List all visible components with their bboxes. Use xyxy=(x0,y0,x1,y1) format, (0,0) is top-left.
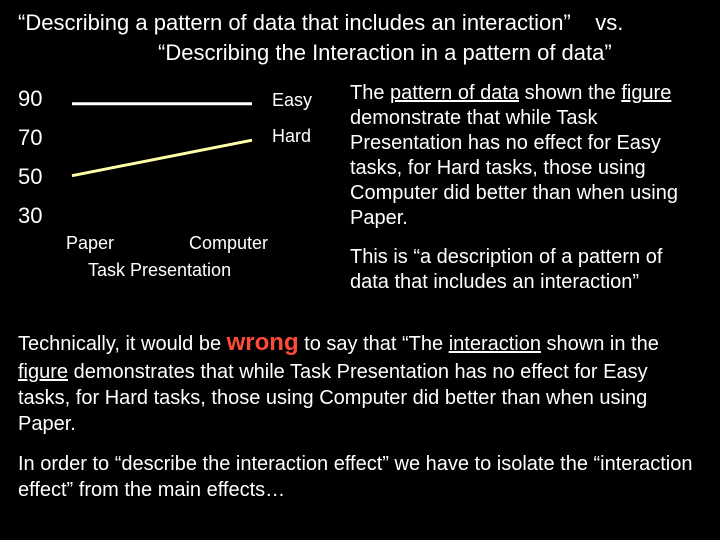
heading-quote-2: “Describing the Interaction in a pattern… xyxy=(158,40,612,65)
plot-area xyxy=(62,87,262,225)
legend-hard: Hard xyxy=(272,126,311,147)
xtick-paper: Paper xyxy=(66,233,114,254)
heading-quote-1: “Describing a pattern of data that inclu… xyxy=(18,10,571,35)
para-1: The pattern of data shown the figure dem… xyxy=(350,81,702,231)
ytick: 50 xyxy=(18,164,42,190)
para-3: Technically, it would be wrong to say th… xyxy=(18,327,702,436)
underline-figure: figure xyxy=(621,82,671,104)
underline-interaction: interaction xyxy=(449,333,541,355)
para-2: This is “a description of a pattern of d… xyxy=(350,245,702,295)
chart: 90 70 50 30 Easy Hard Paper Computer Tas… xyxy=(18,81,338,309)
ytick: 30 xyxy=(18,203,42,229)
legend-easy: Easy xyxy=(272,90,312,111)
xtick-computer: Computer xyxy=(189,233,268,254)
ytick: 70 xyxy=(18,125,42,151)
underline-figure-2: figure xyxy=(18,361,68,383)
heading: “Describing a pattern of data that inclu… xyxy=(18,8,702,67)
ytick: 90 xyxy=(18,86,42,112)
wrong-emphasis: wrong xyxy=(227,329,299,356)
para-4: In order to “describe the interaction ef… xyxy=(18,451,702,503)
line-hard xyxy=(72,141,252,176)
underline-pattern: pattern of data xyxy=(390,82,519,104)
right-text: The pattern of data shown the figure dem… xyxy=(350,81,702,309)
bottom-text: Technically, it would be wrong to say th… xyxy=(18,327,702,502)
heading-vs: vs. xyxy=(595,10,623,35)
xlabel: Task Presentation xyxy=(18,260,338,281)
